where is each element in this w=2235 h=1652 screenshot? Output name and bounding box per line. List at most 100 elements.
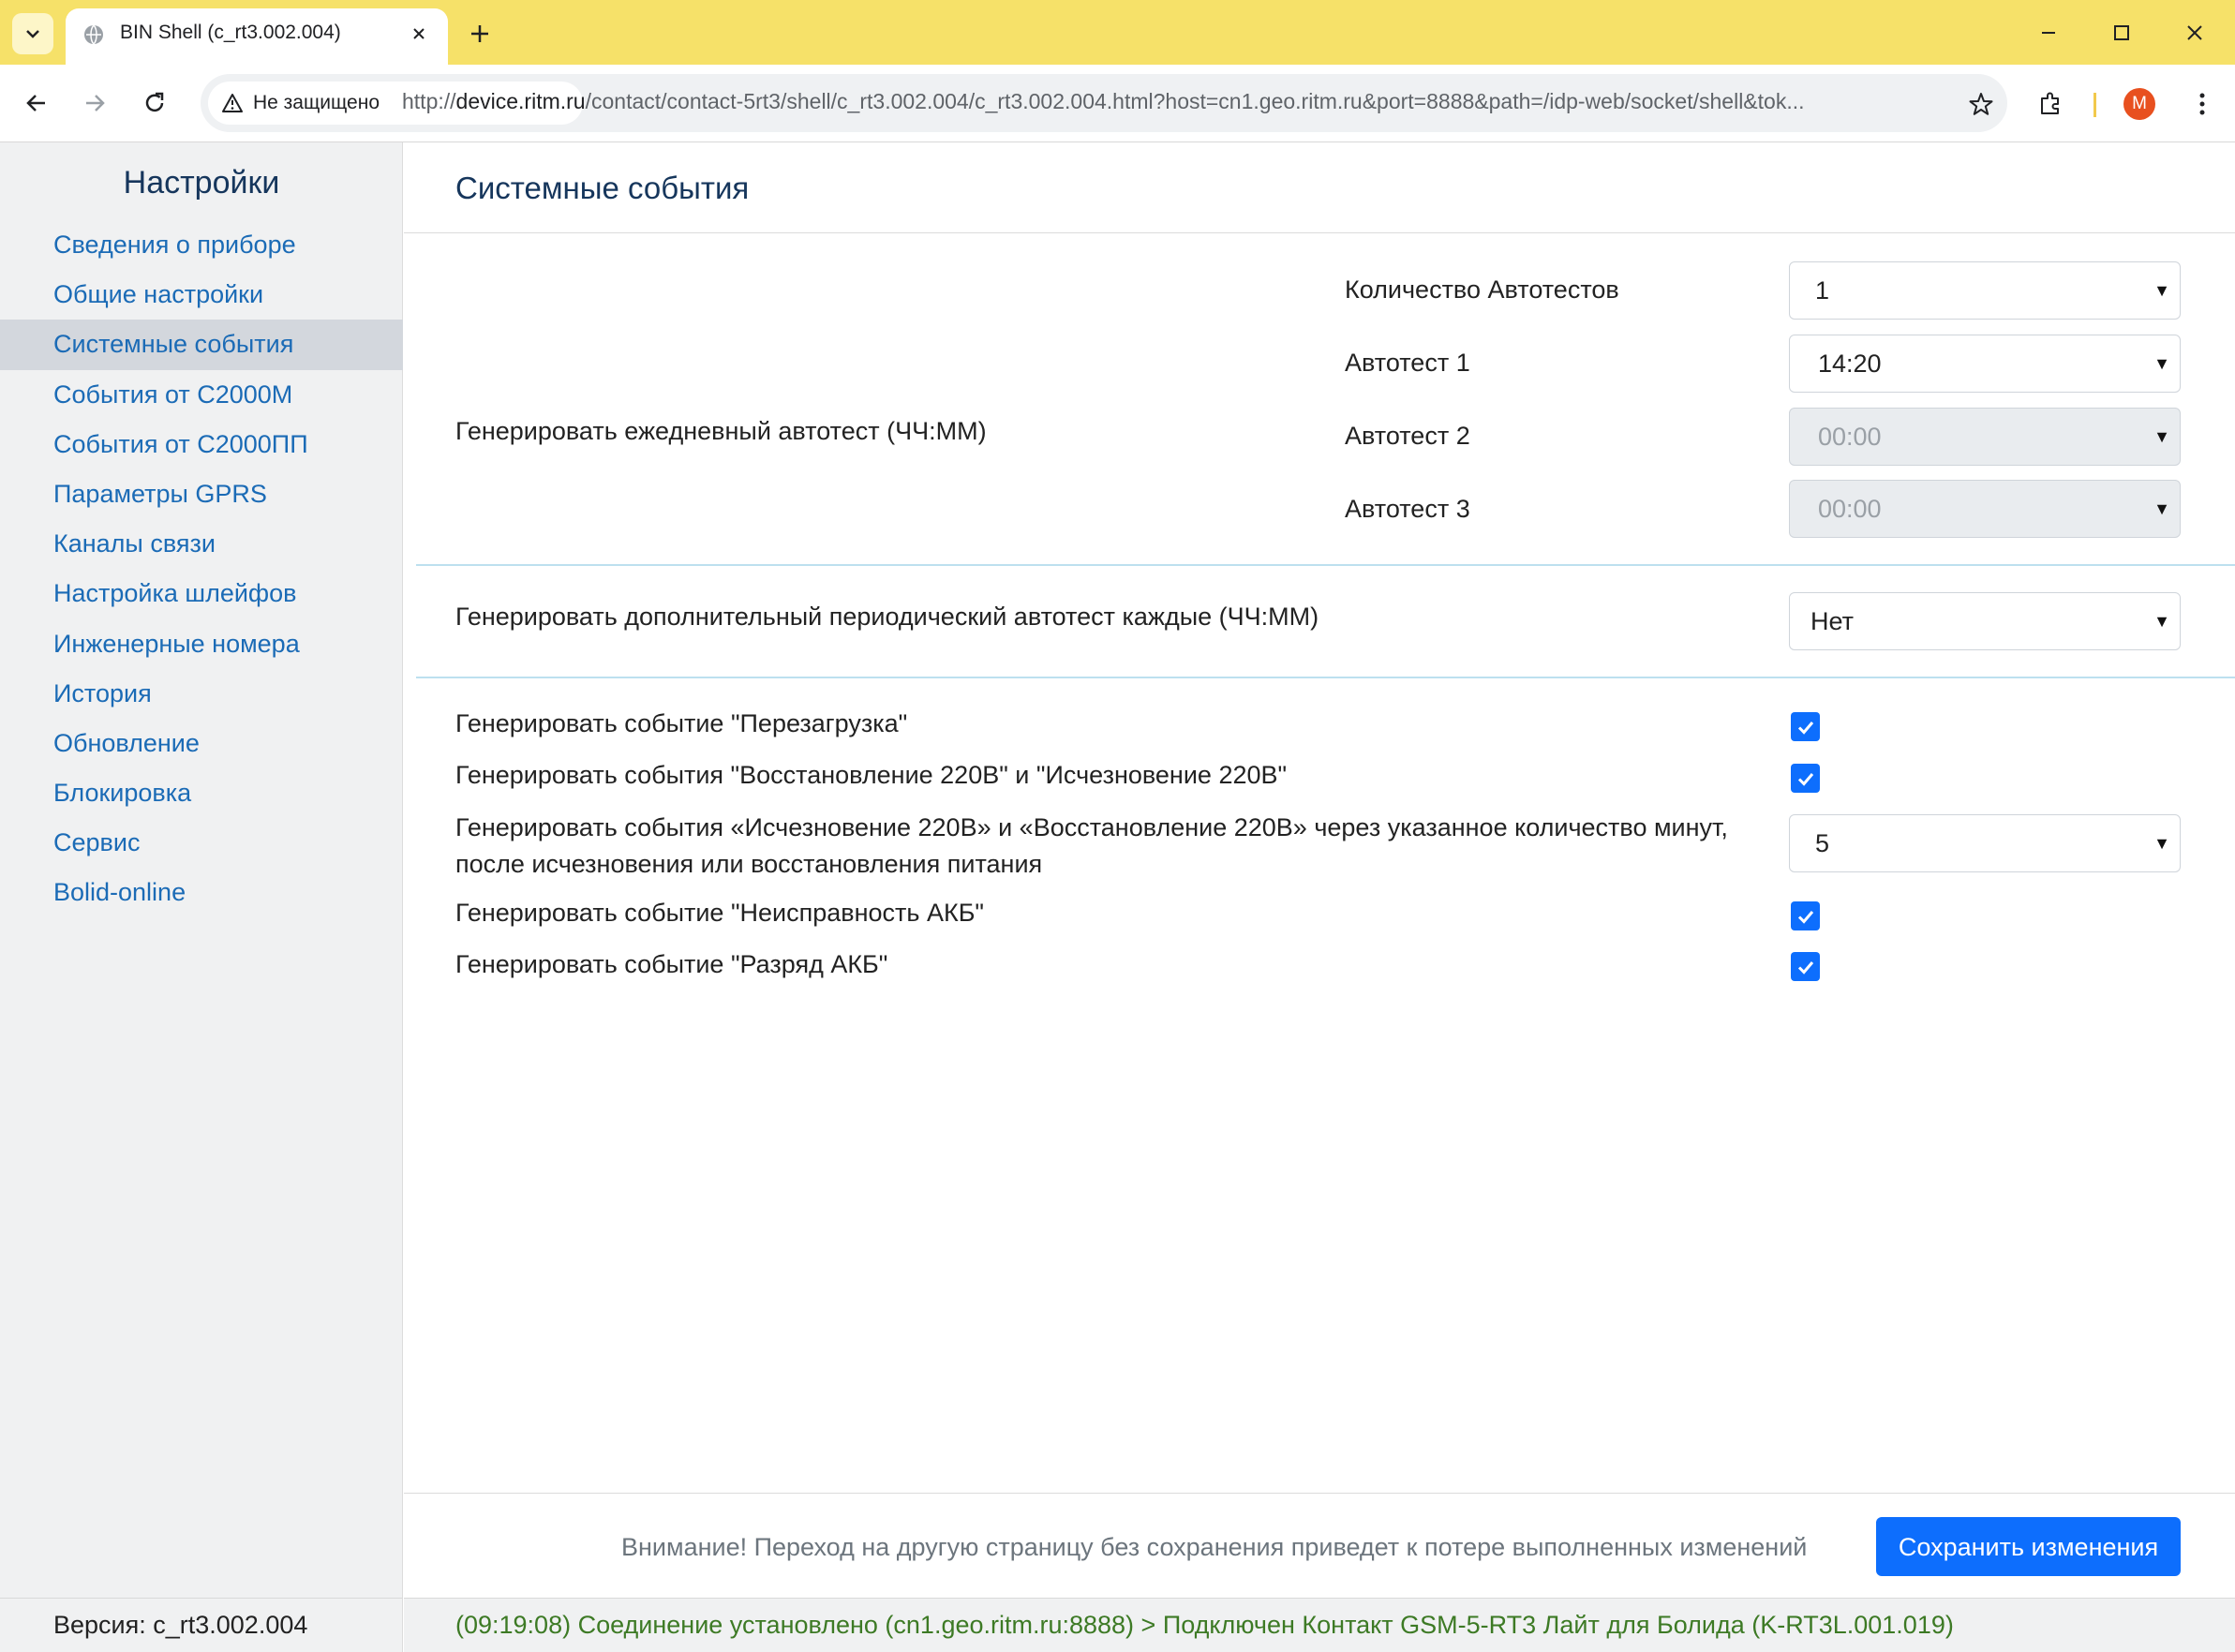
form-footer: Внимание! Переход на другую страницу без… — [404, 1493, 2235, 1598]
battery-low-label: Генерировать событие "Разряд АКБ" — [455, 950, 888, 978]
browser-tab[interactable]: BIN Shell (c_rt3.002.004) — [66, 8, 448, 65]
battery-fault-checkbox[interactable] — [1791, 901, 1820, 930]
sidebar-item[interactable]: События от С2000М — [0, 370, 403, 420]
autotest-count-label: Количество Автотестов — [1345, 275, 1619, 304]
caret-down-icon: ▼ — [2153, 834, 2170, 853]
sidebar-nav: Сведения о приборе Общие настройки Системн… — [0, 220, 403, 918]
page-title: Системные события — [455, 171, 750, 205]
maximize-icon — [2114, 25, 2129, 40]
power-events-label: Генерировать события "Восстановление 220… — [455, 761, 1288, 789]
status-bar: (09:19:08) Соединение установлено (cn1.g… — [404, 1598, 2235, 1652]
sidebar-item[interactable]: Общие настройки — [0, 270, 403, 320]
sidebar-item[interactable]: Каналы связи — [0, 519, 403, 569]
autotest-count-value: 1 — [1815, 276, 1830, 305]
sidebar-item[interactable]: Настройка шлейфов — [0, 569, 403, 618]
chevron-down-icon — [26, 30, 39, 38]
periodic-autotest-select[interactable]: Нет ▼ — [1789, 592, 2181, 650]
url-path: /contact/contact-5rt3/shell/c_rt3.002.00… — [585, 89, 1805, 113]
power-delay-select[interactable]: 5 ▼ — [1789, 814, 2181, 872]
arrow-left-icon — [26, 95, 45, 112]
autotest2-value: 00:00 — [1818, 423, 1882, 451]
checkmark-icon — [1797, 910, 1813, 924]
tab-search-button[interactable] — [12, 13, 53, 54]
page: Настройки Сведения о приборе Общие настро… — [0, 142, 2235, 1652]
battery-low-checkbox[interactable] — [1791, 952, 1820, 981]
reload-button[interactable] — [133, 82, 176, 125]
autotest3-select[interactable]: 00:00 ▼ — [1789, 480, 2181, 538]
sidebar-item[interactable]: Bolid-online — [0, 868, 403, 917]
address-bar[interactable]: Не защищено http://device.ritm.ru/contac… — [201, 74, 2007, 132]
power-events-checkbox[interactable] — [1791, 764, 1820, 793]
autotest2-label: Автотест 2 — [1345, 422, 1470, 450]
minimize-button[interactable] — [2020, 9, 2077, 56]
toolbar-separator — [2093, 93, 2096, 117]
caret-down-icon: ▼ — [2153, 612, 2170, 631]
autotest3-value: 00:00 — [1818, 495, 1882, 523]
reload-icon — [145, 92, 164, 112]
sidebar-item[interactable]: События от С2000ПП — [0, 420, 403, 469]
arrow-right-icon — [86, 95, 105, 112]
section-divider — [416, 677, 2235, 678]
new-tab-button[interactable] — [459, 13, 500, 54]
version-label: Версия: c_rt3.002.004 — [0, 1598, 403, 1652]
profile-avatar[interactable]: M — [2123, 88, 2155, 120]
sidebar-item[interactable]: Параметры GPRS — [0, 469, 403, 519]
sidebar-item[interactable]: Сведения о приборе — [0, 220, 403, 270]
extensions-button[interactable] — [2030, 83, 2071, 125]
connection-status: (09:19:08) Соединение установлено (cn1.g… — [455, 1611, 1954, 1639]
battery-fault-label: Генерировать событие "Неисправность АКБ" — [455, 899, 985, 927]
save-button[interactable]: Сохранить изменения — [1876, 1517, 2181, 1576]
tab-title: BIN Shell (c_rt3.002.004) — [120, 22, 341, 43]
sidebar-item[interactable]: Системные события — [0, 320, 403, 370]
back-button[interactable] — [15, 82, 58, 125]
main-header: Системные события — [404, 142, 2235, 233]
star-icon — [1969, 93, 1993, 115]
checkmark-icon — [1797, 960, 1813, 975]
caret-down-icon: ▼ — [2153, 499, 2170, 518]
url-text[interactable]: http://device.ritm.ru/contact/contact-5r… — [402, 89, 2126, 114]
browser-toolbar: Не защищено http://device.ritm.ru/contac… — [0, 65, 2235, 142]
sidebar-item[interactable]: История — [0, 669, 403, 719]
periodic-autotest-value: Нет — [1810, 607, 1854, 635]
unsaved-warning: Внимание! Переход на другую страницу без… — [621, 1533, 1808, 1561]
power-delay-value: 5 — [1815, 829, 1830, 857]
checkmark-icon — [1797, 721, 1813, 735]
sidebar-item[interactable]: Сервис — [0, 818, 403, 868]
main-content: Системные события Генерировать ежедневны… — [404, 142, 2235, 1652]
autotest1-select[interactable]: 14:20 ▼ — [1789, 335, 2181, 393]
sidebar: Настройки Сведения о приборе Общие настро… — [0, 142, 403, 1652]
autotest3-label: Автотест 3 — [1345, 495, 1470, 523]
autotest2-select[interactable]: 00:00 ▼ — [1789, 408, 2181, 466]
reboot-event-label: Генерировать событие "Перезагрузка" — [455, 709, 908, 737]
caret-down-icon: ▼ — [2153, 427, 2170, 446]
sidebar-item[interactable]: Инженерные номера — [0, 619, 403, 669]
daily-autotest-label: Генерировать ежедневный автотест (ЧЧ:ММ) — [455, 417, 987, 445]
autotest1-value: 14:20 — [1818, 350, 1882, 378]
close-window-button[interactable] — [2167, 9, 2223, 56]
periodic-autotest-label: Генерировать дополнительный периодически… — [455, 603, 1319, 631]
url-scheme: http:// — [402, 89, 456, 113]
browser-menu-button[interactable] — [2183, 85, 2221, 123]
autotest-count-select[interactable]: 1 ▼ — [1789, 261, 2181, 320]
sidebar-item[interactable]: Обновление — [0, 719, 403, 768]
reboot-event-checkbox[interactable] — [1791, 712, 1820, 741]
close-icon — [2187, 25, 2202, 40]
plus-icon — [471, 25, 488, 42]
url-host: device.ritm.ru — [455, 89, 586, 113]
sidebar-item[interactable]: Блокировка — [0, 768, 403, 818]
caret-down-icon: ▼ — [2153, 354, 2170, 373]
minimize-icon — [2042, 32, 2055, 34]
globe-icon — [82, 23, 105, 46]
caret-down-icon: ▼ — [2153, 281, 2170, 300]
security-label: Не защищено — [253, 92, 380, 113]
section-divider — [416, 564, 2235, 566]
maximize-button[interactable] — [2093, 9, 2150, 56]
bookmark-button[interactable] — [1962, 85, 2000, 123]
puzzle-icon — [2041, 92, 2059, 114]
forward-button[interactable] — [73, 82, 116, 125]
close-tab-icon[interactable] — [405, 20, 433, 48]
autotest1-label: Автотест 1 — [1345, 349, 1470, 377]
warning-icon — [222, 94, 243, 112]
power-delay-label: Генерировать события «Исчезновение 220В»… — [455, 813, 1728, 878]
browser-tab-bar: BIN Shell (c_rt3.002.004) — [0, 0, 2235, 65]
